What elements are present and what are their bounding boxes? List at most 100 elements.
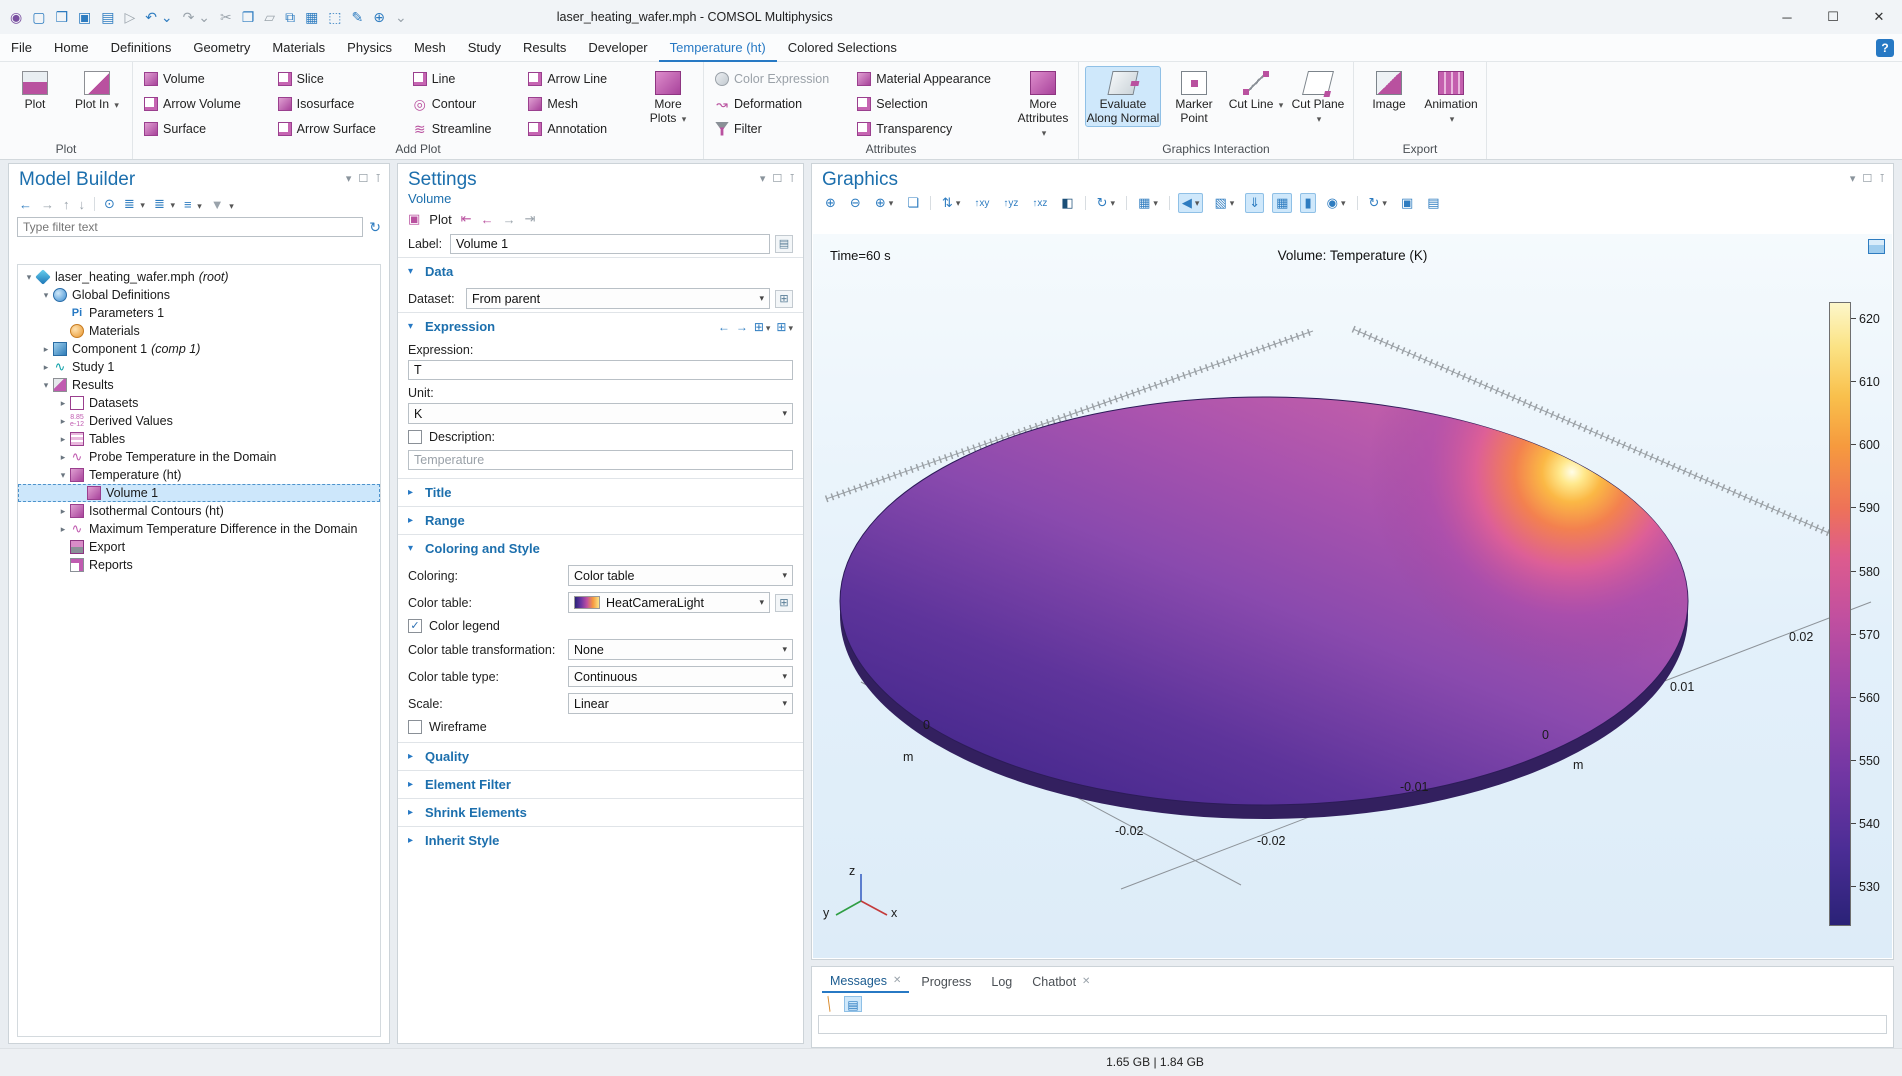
selection-button[interactable]: Selection (852, 95, 1010, 113)
filter-tree-icon[interactable]: ▼ ▾ (211, 197, 234, 212)
copy-icon[interactable]: ❐ (242, 9, 255, 26)
close-tab-icon[interactable]: ✕ (1082, 976, 1090, 987)
graphics-canvas[interactable]: Time=60 s Volume: Temperature (K) (813, 234, 1892, 958)
toolbar-customize-icon[interactable]: ⌄ (395, 9, 407, 26)
tab-definitions[interactable]: Definitions (100, 34, 183, 62)
show-grid-icon[interactable]: ▦ (1272, 193, 1292, 213)
arrow-volume-button[interactable]: Arrow Volume (139, 95, 269, 113)
move-up-icon[interactable]: ↑ (63, 197, 70, 212)
next-plot-icon[interactable]: → (503, 212, 516, 227)
appearance-icon[interactable]: ◉▾ (1324, 194, 1349, 212)
panel-float-icon[interactable]: ☐ (358, 172, 368, 185)
tree-item-derived-values[interactable]: ▸Derived Values (18, 412, 380, 430)
material-appearance-button[interactable]: Material Appearance (852, 70, 1010, 88)
search-icon[interactable]: ⊕ (373, 9, 385, 26)
forward-icon[interactable]: → (41, 197, 54, 212)
expand-all-icon[interactable]: ≣ ▾ (124, 196, 145, 212)
zoom-out-icon[interactable]: ⊖ (847, 194, 864, 212)
section-quality-header[interactable]: ▸ Quality (398, 743, 803, 770)
close-button[interactable]: ✕ (1856, 0, 1902, 34)
panel-float-icon[interactable]: ☐ (772, 172, 782, 185)
go-to-xy-view-icon[interactable]: ↑xy (971, 197, 992, 210)
undo-icon[interactable]: ↶ ⌄ (145, 9, 172, 26)
annotation-button[interactable]: Annotation (523, 120, 635, 138)
streamline-button[interactable]: ≋Streamline (408, 120, 520, 138)
tab-progress[interactable]: Progress (913, 970, 979, 993)
help-icon[interactable]: ? (1876, 39, 1894, 57)
tab-developer[interactable]: Developer (577, 34, 658, 62)
color-legend-checkbox[interactable]: ✓ (408, 619, 422, 633)
tree-item-global-definitions[interactable]: ▾Global Definitions (18, 286, 380, 304)
tree-item-probe-temperature[interactable]: ▸Probe Temperature in the Domain (18, 448, 380, 466)
arrow-line-button[interactable]: Arrow Line (523, 70, 635, 88)
section-coloring-header[interactable]: ▾ Coloring and Style (398, 535, 803, 562)
surface-button[interactable]: Surface (139, 120, 269, 138)
show-legends-icon[interactable]: ⇓ (1245, 193, 1264, 213)
view-environment-icon[interactable]: ▧▾ (1211, 194, 1237, 212)
panel-pin-icon[interactable]: ⊺ (789, 172, 795, 185)
expression-prev-icon[interactable]: ← (718, 320, 730, 334)
save-as-icon[interactable]: ▤ (101, 9, 114, 26)
tree-item-export[interactable]: Export (18, 538, 380, 556)
previous-plot-icon[interactable]: ← (481, 212, 494, 227)
section-element-filter-header[interactable]: ▸ Element Filter (398, 771, 803, 798)
minimize-button[interactable]: ─ (1764, 0, 1810, 34)
more-plots-button[interactable]: More Plots ▾ (639, 66, 697, 127)
panel-menu-icon[interactable]: ▾ (760, 172, 766, 185)
tree-item-volume-1[interactable]: Volume 1 (18, 484, 380, 502)
tree-filter-input[interactable] (17, 217, 363, 237)
go-to-xz-view-icon[interactable]: ↑xz (1029, 197, 1050, 210)
deformation-button[interactable]: ↝Deformation (710, 95, 848, 113)
plot-action[interactable]: Plot (429, 212, 451, 227)
tab-temperature-ht[interactable]: Temperature (ht) (659, 34, 777, 62)
zoom-box-icon[interactable]: ⊕▾ (872, 194, 896, 212)
color-table-select[interactable]: HeatCameraLight▾ (568, 592, 770, 613)
last-plot-icon[interactable]: ⇥ (525, 211, 536, 227)
dataset-select[interactable]: From parent▾ (466, 288, 770, 309)
update-plot-icon[interactable]: ↻▾ (1366, 194, 1390, 212)
redo-icon[interactable]: ↷ ⌄ (183, 9, 210, 26)
tab-geometry[interactable]: Geometry (182, 34, 261, 62)
tree-item-tables[interactable]: ▸Tables (18, 430, 380, 448)
tab-physics[interactable]: Physics (336, 34, 403, 62)
animation-button[interactable]: Animation ▾ (1422, 66, 1480, 127)
print-icon[interactable]: ▤ (1424, 194, 1442, 212)
tab-home[interactable]: Home (43, 34, 100, 62)
zoom-in-icon[interactable]: ⊕ (822, 194, 839, 212)
zoom-extents-icon[interactable]: ❏ (904, 194, 922, 212)
go-to-view-icon[interactable]: ⇅▾ (939, 194, 963, 212)
section-shrink-elements-header[interactable]: ▸ Shrink Elements (398, 799, 803, 826)
tree-item-datasets[interactable]: ▸Datasets (18, 394, 380, 412)
tab-materials[interactable]: Materials (261, 34, 336, 62)
panel-float-icon[interactable]: ☐ (1862, 172, 1872, 185)
tree-item-parameters[interactable]: Parameters 1 (18, 304, 380, 322)
go-to-default-view-icon[interactable]: ↻▾ (1094, 194, 1118, 212)
rename-icon[interactable]: ▤ (775, 235, 793, 253)
section-title-header[interactable]: ▸ Title (398, 479, 803, 506)
tree-item-max-temp-difference[interactable]: ▸Maximum Temperature Difference in the D… (18, 520, 380, 538)
tree-item-materials[interactable]: Materials (18, 322, 380, 340)
plot-in-button[interactable]: Plot In ▾ (68, 66, 126, 113)
delete-icon[interactable]: ▦ (305, 9, 318, 26)
volume-button[interactable]: Volume (139, 70, 269, 88)
transparency-button[interactable]: Transparency (852, 120, 1010, 138)
tree-item-component[interactable]: ▸Component 1(comp 1) (18, 340, 380, 358)
clear-messages-icon[interactable]: ╱ (817, 992, 841, 1015)
section-data-header[interactable]: ▾ Data (398, 258, 803, 285)
more-attributes-button[interactable]: More Attributes ▾ (1014, 66, 1072, 140)
filter-button[interactable]: Filter (710, 120, 848, 138)
tree-item-temperature-ht[interactable]: ▾Temperature (ht) (18, 466, 380, 484)
refresh-icon[interactable]: ↻ (369, 219, 381, 236)
select-highlight-icon[interactable]: ◀▾ (1178, 193, 1204, 213)
collapse-all-icon[interactable]: ≣ ▾ (154, 196, 175, 212)
contour-button[interactable]: ◎Contour (408, 95, 520, 113)
plot-button[interactable]: Plot (6, 66, 64, 113)
tree-item-isothermal-contours[interactable]: ▸Isothermal Contours (ht) (18, 502, 380, 520)
move-down-icon[interactable]: ↓ (79, 197, 86, 212)
new-file-icon[interactable]: ▢ (32, 9, 45, 26)
tab-log[interactable]: Log (983, 970, 1020, 993)
tab-chatbot[interactable]: Chatbot✕ (1024, 970, 1098, 993)
color-table-type-select[interactable]: Continuous▾ (568, 666, 793, 687)
mesh-button[interactable]: Mesh (523, 95, 635, 113)
save-icon[interactable]: ▣ (78, 9, 91, 26)
